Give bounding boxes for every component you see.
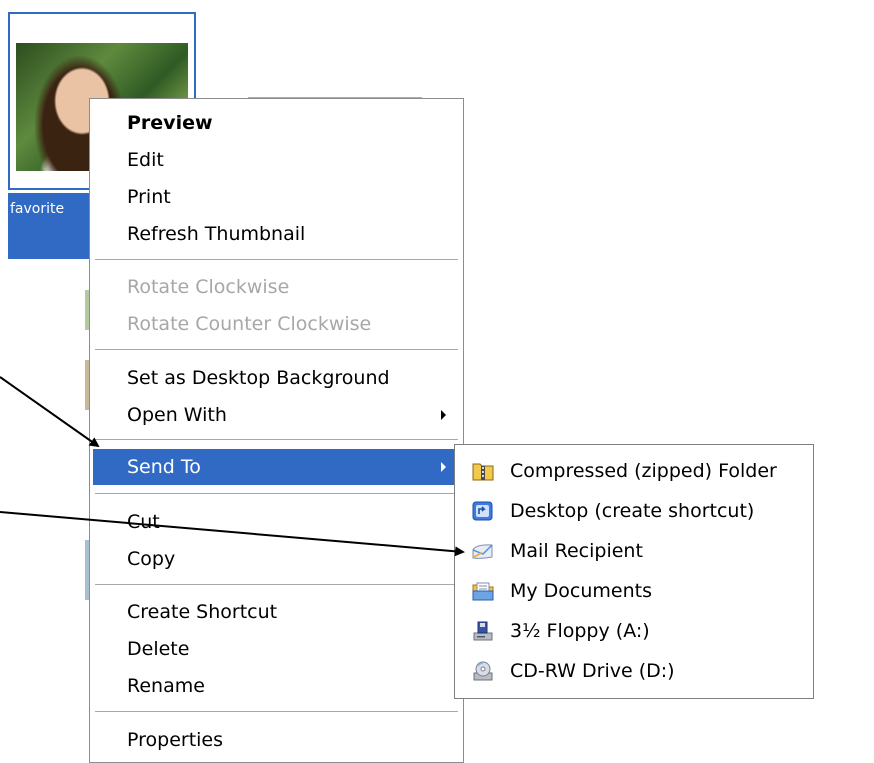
menu-item-edit[interactable]: Edit <box>93 142 460 178</box>
send-to-submenu: Compressed (zipped) Folder Desktop (crea… <box>454 444 814 699</box>
submenu-item-label: Compressed (zipped) Folder <box>510 460 777 482</box>
menu-item-rotate-clockwise: Rotate Clockwise <box>93 269 460 305</box>
desktop-shortcut-icon <box>472 501 493 521</box>
submenu-item-label: 3½ Floppy (A:) <box>510 620 650 642</box>
menu-separator <box>95 259 458 261</box>
menu-separator <box>95 349 458 351</box>
menu-item-set-desktop-background[interactable]: Set as Desktop Background <box>93 360 460 396</box>
zip-folder-icon <box>472 463 494 481</box>
menu-separator <box>95 439 458 441</box>
menu-item-label: Rotate Counter Clockwise <box>127 313 372 335</box>
file-name-label[interactable]: favorite <box>8 193 100 259</box>
menu-item-label: Rotate Clockwise <box>127 276 290 298</box>
menu-item-send-to[interactable]: Send To <box>93 449 460 485</box>
menu-separator <box>95 493 458 495</box>
send-to-my-documents[interactable]: My Documents <box>458 571 810 611</box>
cd-drive-icon <box>473 661 493 681</box>
menu-item-label: Preview <box>127 112 213 134</box>
menu-item-label: Open With <box>127 404 227 426</box>
menu-item-rotate-counter-clockwise: Rotate Counter Clockwise <box>93 306 460 342</box>
menu-separator <box>95 584 458 586</box>
menu-item-open-with[interactable]: Open With <box>93 397 460 433</box>
submenu-item-label: Mail Recipient <box>510 540 643 562</box>
floppy-drive-icon <box>473 621 493 641</box>
menu-item-cut[interactable]: Cut <box>93 504 460 540</box>
send-to-mail-recipient[interactable]: Mail Recipient <box>458 531 810 571</box>
menu-item-copy[interactable]: Copy <box>93 541 460 577</box>
menu-item-label: Edit <box>127 149 164 171</box>
file-context-menu: Preview Edit Print Refresh Thumbnail Rot… <box>89 98 464 763</box>
send-to-compressed-folder[interactable]: Compressed (zipped) Folder <box>458 451 810 491</box>
my-documents-icon <box>472 582 494 601</box>
menu-item-label: Set as Desktop Background <box>127 367 390 389</box>
submenu-item-label: My Documents <box>510 580 653 602</box>
submenu-item-label: CD-RW Drive (D:) <box>510 660 675 682</box>
menu-item-label: Print <box>127 186 171 208</box>
menu-item-delete[interactable]: Delete <box>93 631 460 667</box>
submenu-arrow-icon <box>441 410 446 420</box>
menu-item-label: Properties <box>127 729 224 751</box>
menu-item-preview[interactable]: Preview <box>93 105 460 141</box>
menu-item-label: Copy <box>127 548 176 570</box>
submenu-item-label: Desktop (create shortcut) <box>510 500 755 522</box>
menu-item-label: Send To <box>127 456 201 478</box>
menu-item-rename[interactable]: Rename <box>93 668 460 704</box>
menu-item-label: Cut <box>127 511 160 533</box>
submenu-arrow-icon <box>441 462 446 472</box>
send-to-cd-drive[interactable]: CD-RW Drive (D:) <box>458 651 810 691</box>
menu-separator <box>95 711 458 713</box>
menu-item-label: Delete <box>127 638 190 660</box>
send-to-floppy-drive[interactable]: 3½ Floppy (A:) <box>458 611 810 651</box>
menu-item-label: Refresh Thumbnail <box>127 223 306 245</box>
mail-recipient-icon <box>472 544 493 559</box>
send-to-desktop-shortcut[interactable]: Desktop (create shortcut) <box>458 491 810 531</box>
menu-item-create-shortcut[interactable]: Create Shortcut <box>93 594 460 630</box>
menu-item-label: Create Shortcut <box>127 601 278 623</box>
menu-item-print[interactable]: Print <box>93 179 460 215</box>
menu-item-refresh-thumbnail[interactable]: Refresh Thumbnail <box>93 216 460 252</box>
arrow-to-send-to <box>0 376 100 448</box>
menu-item-label: Rename <box>127 675 205 697</box>
menu-item-properties[interactable]: Properties <box>93 722 460 758</box>
